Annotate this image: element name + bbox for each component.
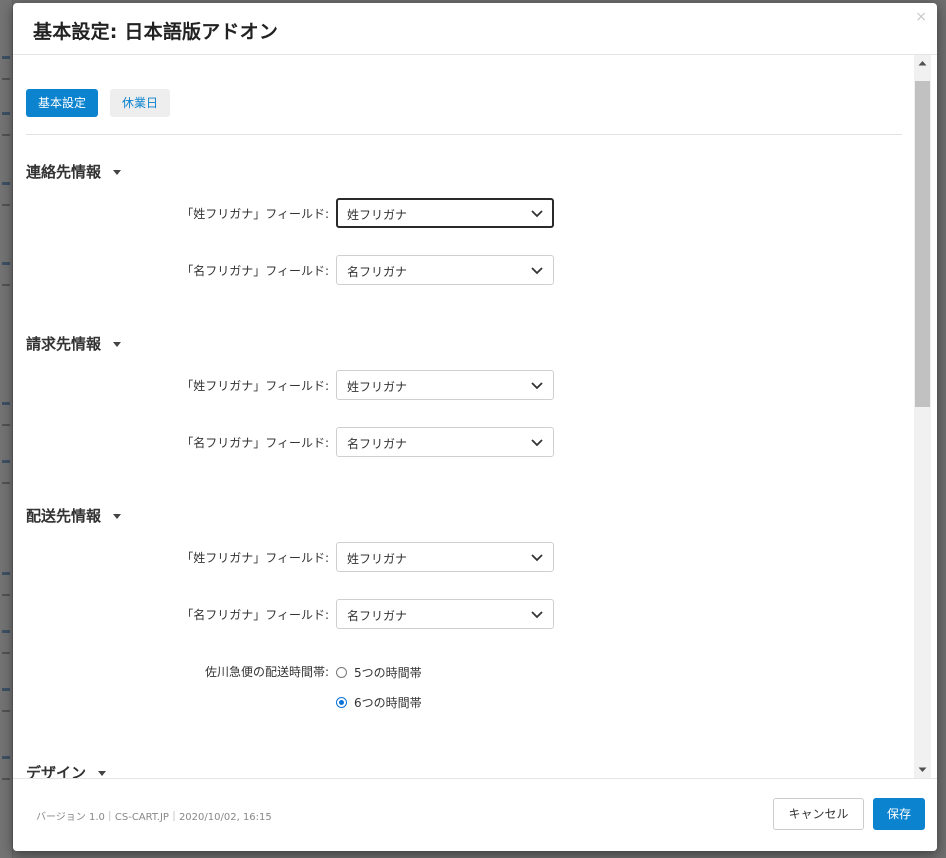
tab-bar: 基本設定 休業日 — [26, 89, 902, 135]
caret-down-icon — [98, 771, 107, 776]
tab-basic-settings[interactable]: 基本設定 — [26, 89, 99, 117]
shipping-first-kana-select[interactable]: 名フリガナ — [336, 599, 554, 629]
billing-first-kana-select[interactable]: 名フリガナ — [336, 427, 554, 457]
scroll-down-arrow-icon[interactable] — [914, 761, 931, 778]
radio-label: 5つの時間帯 — [354, 666, 422, 680]
select-value: 姓フリガナ — [347, 380, 408, 394]
radio-unchecked-icon[interactable] — [336, 667, 347, 678]
billing-first-kana-label: 「名フリガナ」フィールド: — [181, 436, 329, 450]
section-shipping-title: 配送先情報 — [26, 507, 102, 525]
select-value: 姓フリガナ — [347, 208, 408, 222]
billing-last-kana-select[interactable]: 姓フリガナ — [336, 370, 554, 400]
select-value: 名フリガナ — [347, 609, 408, 623]
modal-body: 基本設定 休業日 連絡先情報 「姓フリガナ」フィールド: 姓フリガナ 「名フリガ… — [13, 55, 937, 778]
caret-down-icon — [113, 170, 122, 175]
modal-header: 基本設定: 日本語版アドオン × — [13, 3, 937, 55]
contact-first-kana-label: 「名フリガナ」フィールド: — [181, 264, 329, 278]
delivery-time-option-6[interactable]: 6つの時間帯 — [336, 694, 422, 711]
shipping-last-kana-select[interactable]: 姓フリガナ — [336, 542, 554, 572]
section-shipping-header[interactable]: 配送先情報 — [26, 505, 122, 526]
radio-label: 6つの時間帯 — [354, 696, 422, 710]
modal-title: 基本設定: 日本語版アドオン — [33, 21, 279, 43]
version-info: バージョン 1.0｜CS-CART.JP｜2020/10/02, 16:15 — [36, 812, 272, 823]
delivery-time-option-5[interactable]: 5つの時間帯 — [336, 664, 422, 681]
chevron-down-icon — [531, 439, 543, 447]
modal-footer: バージョン 1.0｜CS-CART.JP｜2020/10/02, 16:15 キ… — [13, 778, 937, 851]
scroll-up-arrow-icon[interactable] — [914, 55, 931, 72]
save-button[interactable]: 保存 — [873, 798, 925, 830]
scrollbar-thumb[interactable] — [915, 81, 930, 407]
chevron-down-icon — [531, 267, 543, 275]
delivery-time-label: 佐川急便の配送時間帯: — [204, 665, 329, 679]
contact-last-kana-select[interactable]: 姓フリガナ — [336, 198, 554, 228]
caret-down-icon — [113, 342, 122, 347]
cancel-button[interactable]: キャンセル — [773, 798, 864, 830]
radio-checked-icon[interactable] — [336, 697, 347, 708]
tab-holidays[interactable]: 休業日 — [110, 89, 171, 117]
contact-last-kana-label: 「姓フリガナ」フィールド: — [181, 207, 329, 221]
section-billing-title: 請求先情報 — [26, 335, 102, 353]
section-billing-header[interactable]: 請求先情報 — [26, 333, 122, 354]
contact-first-kana-select[interactable]: 名フリガナ — [336, 255, 554, 285]
section-design-header[interactable]: デザイン — [26, 762, 107, 778]
caret-down-icon — [113, 514, 122, 519]
close-icon[interactable]: × — [915, 9, 927, 25]
select-value: 名フリガナ — [347, 437, 408, 451]
scrollbar[interactable] — [914, 55, 931, 778]
billing-last-kana-label: 「姓フリガナ」フィールド: — [181, 379, 329, 393]
chevron-down-icon — [531, 210, 543, 218]
select-value: 姓フリガナ — [347, 552, 408, 566]
shipping-last-kana-label: 「姓フリガナ」フィールド: — [181, 551, 329, 565]
select-value: 名フリガナ — [347, 265, 408, 279]
section-contact-header[interactable]: 連絡先情報 — [26, 161, 122, 182]
addon-settings-modal: 基本設定: 日本語版アドオン × 基本設定 休業日 連絡先情報 「姓フリガナ」フ… — [13, 3, 937, 851]
chevron-down-icon — [531, 382, 543, 390]
section-design-title: デザイン — [26, 764, 87, 778]
chevron-down-icon — [531, 554, 543, 562]
chevron-down-icon — [531, 611, 543, 619]
shipping-first-kana-label: 「名フリガナ」フィールド: — [181, 608, 329, 622]
section-contact-title: 連絡先情報 — [26, 163, 102, 181]
